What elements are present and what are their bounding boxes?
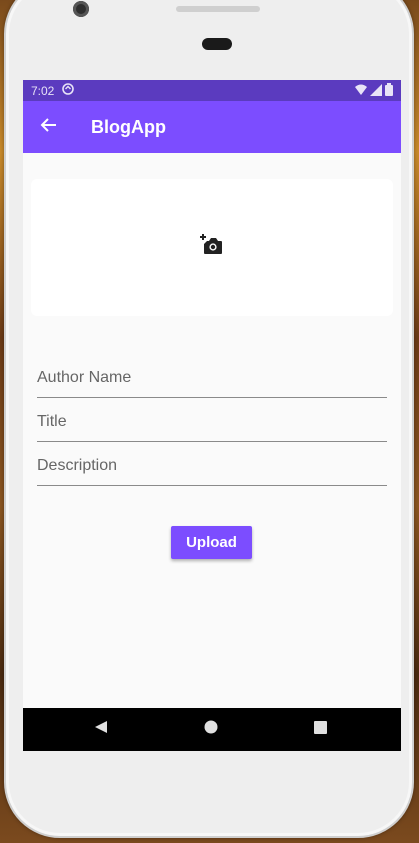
title-placeholder: Title <box>37 413 67 430</box>
battery-icon <box>385 83 393 99</box>
title-field[interactable]: Title <box>37 413 387 442</box>
nav-back-button[interactable] <box>81 708 121 751</box>
proximity-sensor <box>202 38 232 50</box>
earpiece-speaker <box>176 6 260 12</box>
sync-icon <box>62 83 75 98</box>
wifi-icon <box>355 84 367 99</box>
nav-recents-button[interactable] <box>300 708 340 751</box>
front-camera <box>73 1 89 17</box>
back-triangle-icon <box>94 720 108 739</box>
author-name-field[interactable]: Author Name <box>37 369 387 398</box>
nav-home-button[interactable] <box>191 708 231 751</box>
status-time: 7:02 <box>31 83 55 98</box>
app-screen: 7:02 BlogApp Author Name Title Descripti… <box>23 80 401 751</box>
description-placeholder: Description <box>37 457 118 474</box>
app-title: BlogApp <box>91 116 166 137</box>
arrow-back-icon <box>40 116 58 139</box>
recents-square-icon <box>313 720 327 739</box>
home-circle-icon <box>204 720 218 739</box>
signal-icon <box>370 83 382 99</box>
system-nav-bar <box>23 708 401 751</box>
status-icons <box>355 83 393 99</box>
back-button[interactable] <box>25 101 73 153</box>
description-field[interactable]: Description <box>37 457 387 486</box>
status-bar: 7:02 <box>23 80 401 101</box>
author-name-placeholder: Author Name <box>37 369 132 386</box>
upload-button[interactable]: Upload <box>171 526 252 559</box>
image-picker[interactable] <box>31 179 393 316</box>
app-bar: BlogApp <box>23 101 401 153</box>
add-photo-icon <box>200 233 224 262</box>
